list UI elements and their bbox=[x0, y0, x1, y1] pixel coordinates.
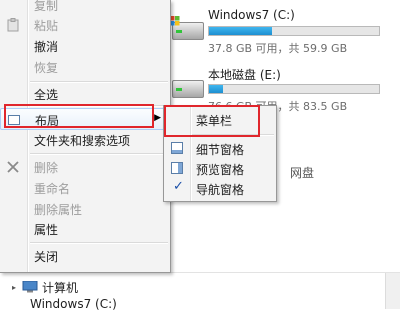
scrollbar[interactable] bbox=[385, 273, 400, 309]
checkmark-icon: ✓ bbox=[173, 179, 184, 194]
preview-pane-icon bbox=[171, 162, 183, 174]
menu-separator bbox=[30, 242, 168, 244]
hard-disk-icon bbox=[170, 74, 204, 100]
annotation-highlight-box bbox=[164, 105, 260, 137]
menu-item-delete[interactable]: 删除 bbox=[0, 156, 170, 178]
drive-usage-bar bbox=[208, 26, 380, 36]
drive-c[interactable]: Windows7 (C:) 37.8 GB 可用，共 59.9 GB bbox=[170, 8, 400, 58]
annotation-highlight-box bbox=[4, 104, 154, 128]
menu-item-remove-properties[interactable]: 删除属性 bbox=[0, 198, 170, 220]
menu-separator bbox=[30, 153, 168, 155]
computer-icon bbox=[22, 281, 38, 293]
menu-item-select-all[interactable]: 全选 bbox=[0, 83, 170, 105]
menu-item-folder-options[interactable]: 文件夹和搜索选项 bbox=[0, 129, 170, 151]
menu-item-paste[interactable]: 粘贴 bbox=[0, 14, 170, 36]
menu-item-undo[interactable]: 撤消 bbox=[0, 35, 170, 57]
submenu-item-preview-pane[interactable]: 预览窗格 bbox=[164, 158, 276, 178]
expand-arrow-icon[interactable]: ▸ bbox=[12, 283, 22, 292]
navigation-pane: ▸ 计算机 Windows7 (C:) bbox=[0, 272, 400, 311]
menu-item-rename[interactable]: 重命名 bbox=[0, 177, 170, 199]
drive-name: 本地磁盘 (E:) bbox=[208, 68, 281, 82]
context-menu: 复制 粘贴 撤消 恢复 全选 布局 ▶ 文件夹和搜索选项 删除 重命名 删除属性… bbox=[0, 0, 171, 273]
nav-item-computer[interactable]: ▸ 计算机 bbox=[12, 279, 78, 295]
submenu-item-navigation-pane[interactable]: ✓ 导航窗格 bbox=[164, 178, 276, 198]
windows-drive-icon bbox=[170, 16, 204, 42]
paste-icon bbox=[7, 18, 19, 32]
drive-usage-bar bbox=[208, 84, 380, 94]
menu-item-properties[interactable]: 属性 bbox=[0, 218, 170, 240]
submenu-arrow-icon: ▶ bbox=[154, 113, 161, 123]
partial-item-label: 网盘 bbox=[290, 166, 315, 180]
nav-item-label: 计算机 bbox=[42, 280, 79, 295]
nav-item-drive-c[interactable]: Windows7 (C:) bbox=[30, 297, 117, 311]
drive-name: Windows7 (C:) bbox=[208, 8, 295, 22]
details-pane-icon bbox=[171, 142, 183, 154]
submenu-item-details-pane[interactable]: 细节窗格 bbox=[164, 138, 276, 158]
delete-x-icon bbox=[7, 161, 19, 173]
drive-size-text: 37.8 GB 可用，共 59.9 GB bbox=[208, 42, 348, 55]
menu-item-redo[interactable]: 恢复 bbox=[0, 56, 170, 78]
menu-item-close[interactable]: 关闭 bbox=[0, 245, 170, 267]
